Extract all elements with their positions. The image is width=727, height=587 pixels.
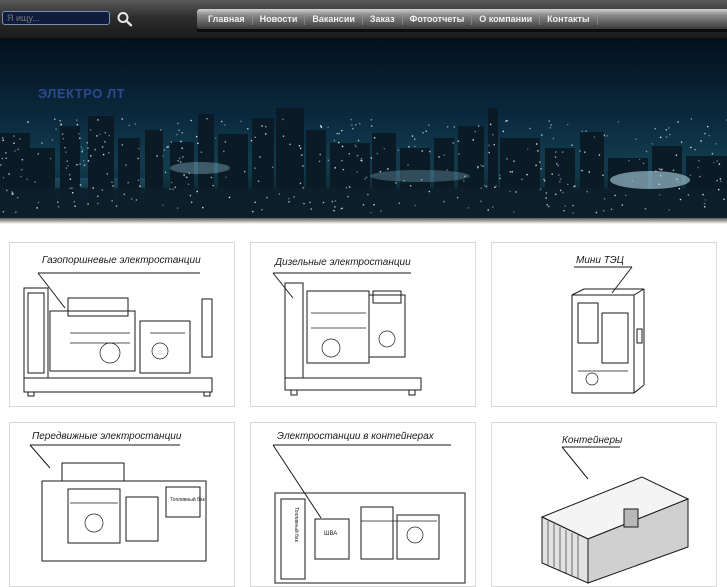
product-card-label: Газопоршневые электростанции <box>42 255 201 266</box>
fuel-tank-label: Топливный бак <box>170 496 206 503</box>
mini-chp-drawing <box>571 266 645 394</box>
nav-divider <box>361 13 363 25</box>
product-card-mini-chp[interactable]: Мини ТЭЦ <box>491 242 717 407</box>
main-nav: Главная Новости Вакансии Заказ Фотоотчет… <box>197 9 727 29</box>
product-card-containers[interactable]: Контейнеры <box>491 422 717 587</box>
gas-piston-generator-drawing <box>23 272 213 397</box>
nav-divider <box>304 13 306 25</box>
search-input[interactable] <box>2 11 110 25</box>
nav-divider <box>471 13 473 25</box>
nav-divider <box>251 13 253 25</box>
side-tank-label: Топливный бак <box>293 507 300 543</box>
nav-item-home[interactable]: Главная <box>201 14 252 24</box>
product-card-label: Контейнеры <box>562 435 623 446</box>
product-card-mobile[interactable]: Топливный бак Передвижные электростанции <box>9 422 235 587</box>
nav-item-photo-reports[interactable]: Фотоотчеты <box>403 14 472 24</box>
nav-item-news[interactable]: Новости <box>253 14 305 24</box>
nav-item-about[interactable]: О компании <box>472 14 539 24</box>
city-banner: ЭЛЕКТРО ЛТ <box>0 38 727 218</box>
product-card-label: Дизельные электростанции <box>275 257 411 268</box>
product-card-label: Передвижные электростанции <box>32 431 182 442</box>
panel-label: ШВА <box>324 531 337 537</box>
nav-divider <box>596 13 598 25</box>
nav-item-vacancies[interactable]: Вакансии <box>305 14 362 24</box>
search-button[interactable] <box>116 11 134 27</box>
city-skyline-image <box>0 38 727 218</box>
product-card-diesel[interactable]: Дизельные электростанции <box>250 242 476 407</box>
product-card-gas-piston[interactable]: Газопоршневые электростанции <box>9 242 235 407</box>
search-icon <box>117 12 133 27</box>
product-card-containerized[interactable]: ШВА Топливный бак Электростанции в конте… <box>250 422 476 587</box>
product-card-label: Электростанции в контейнерах <box>277 431 434 442</box>
nav-underline <box>197 29 727 32</box>
mobile-generator-drawing: Топливный бак <box>29 444 207 562</box>
nav-divider <box>539 13 541 25</box>
banner-shadow <box>0 218 727 224</box>
nav-item-contacts[interactable]: Контакты <box>540 14 596 24</box>
containerized-generator-drawing: ШВА Топливный бак <box>272 444 466 584</box>
container-drawing <box>540 446 690 584</box>
site-logo-title: ЭЛЕКТРО ЛТ <box>38 86 126 101</box>
product-card-label: Мини ТЭЦ <box>576 255 624 266</box>
nav-item-order[interactable]: Заказ <box>363 14 402 24</box>
nav-divider <box>401 13 403 25</box>
